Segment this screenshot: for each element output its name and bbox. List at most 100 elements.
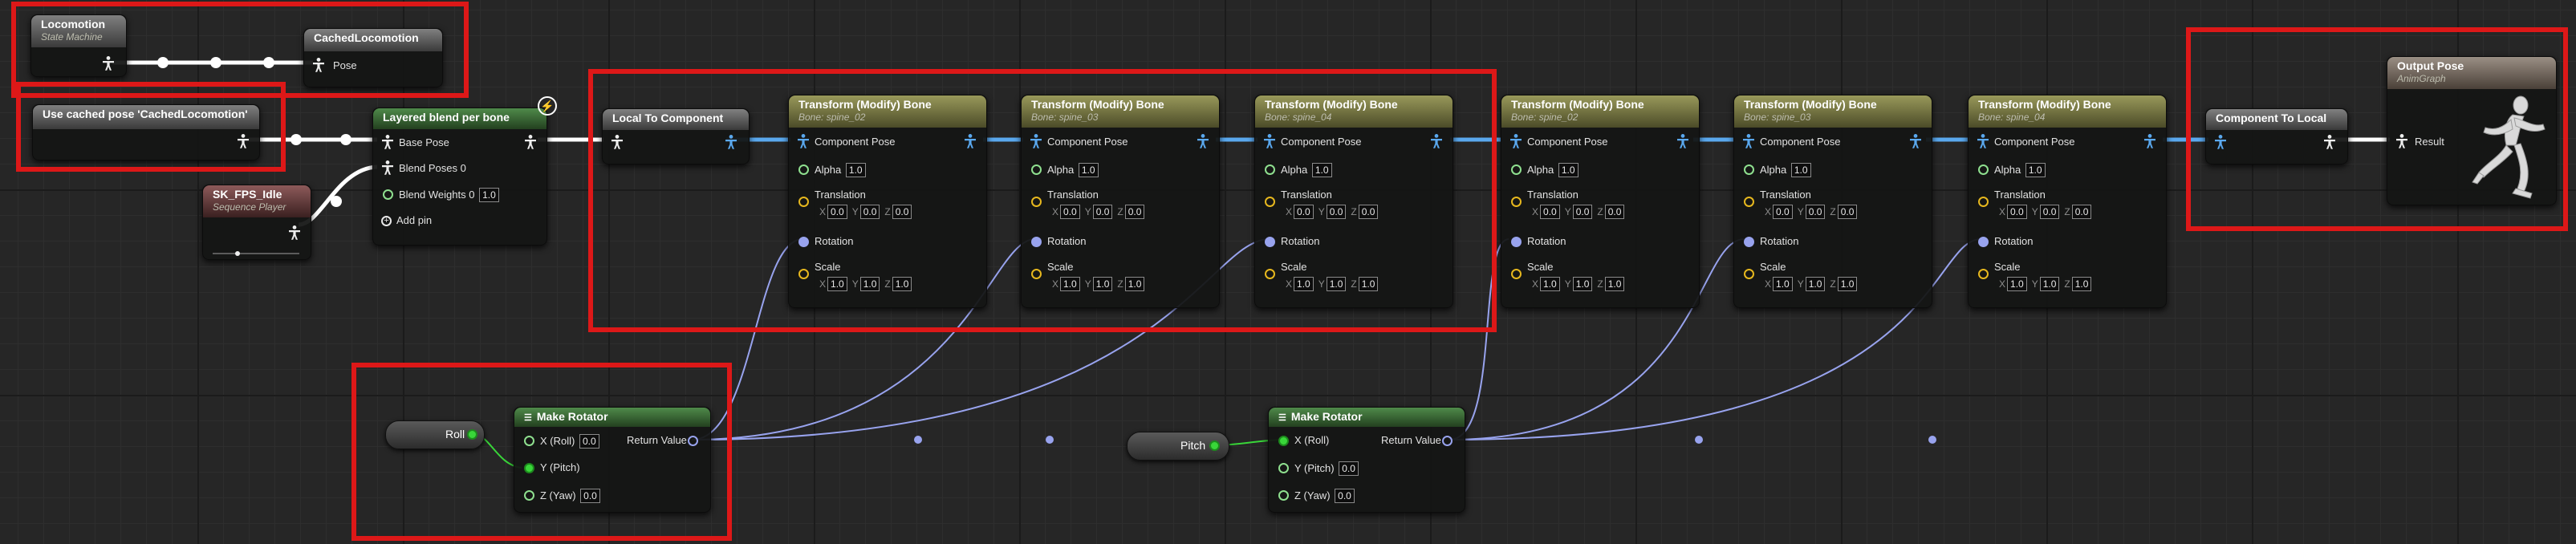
scale-component-value[interactable]: 1.0 (1326, 277, 1347, 291)
layered-blend-per-bone-node[interactable]: Layered blend per bone Base Pose Blend P… (372, 108, 547, 246)
float-pin-icon[interactable] (1278, 463, 1289, 473)
vector-pin-icon[interactable] (1744, 197, 1754, 207)
pose-pin-icon[interactable] (611, 135, 624, 149)
pose-pin-icon[interactable] (1676, 134, 1689, 148)
translation-component-value[interactable]: 0.0 (1092, 205, 1113, 219)
scale-component-value[interactable]: 1.0 (2071, 277, 2092, 291)
vector-pin-icon[interactable] (1744, 269, 1754, 279)
vector-pin-icon[interactable] (798, 197, 809, 207)
alpha-value[interactable]: 1.0 (845, 163, 866, 177)
pose-pin-icon[interactable] (237, 134, 250, 148)
output-pose-node[interactable]: Output Pose AnimGraph Result (2387, 56, 2557, 205)
cached-locomotion-node[interactable]: CachedLocomotion Pose (303, 28, 443, 87)
scale-component-value[interactable]: 1.0 (1294, 277, 1314, 291)
scale-component-value[interactable]: 1.0 (2007, 277, 2027, 291)
vector-pin-icon[interactable] (1265, 269, 1275, 279)
rotator-pin-icon[interactable] (1265, 237, 1275, 247)
pose-pin-icon[interactable] (1263, 134, 1276, 148)
float-pin-icon[interactable] (1031, 164, 1042, 175)
transform-modify-bone-node[interactable]: Transform (Modify) Bone Bone: spine_02 C… (788, 95, 987, 308)
transform-modify-bone-node[interactable]: Transform (Modify) Bone Bone: spine_03 C… (1021, 95, 1220, 308)
translation-component-value[interactable]: 0.0 (2071, 205, 2092, 219)
reroute-knot[interactable] (291, 134, 302, 145)
reroute-knot[interactable] (340, 134, 351, 145)
pose-pin-icon[interactable] (102, 56, 115, 71)
alpha-value[interactable]: 1.0 (1790, 163, 1811, 177)
vector-pin-icon[interactable] (1978, 197, 1989, 207)
vector-pin-icon[interactable] (1511, 269, 1522, 279)
pose-pin-icon[interactable] (2323, 135, 2336, 149)
reroute-knot[interactable] (157, 57, 169, 68)
scale-component-value[interactable]: 1.0 (1572, 277, 1593, 291)
pose-pin-icon[interactable] (2395, 134, 2408, 148)
pose-pin-icon[interactable] (1977, 134, 1989, 148)
rotator-pin-icon[interactable] (1031, 237, 1042, 247)
float-pin-icon[interactable] (1209, 440, 1220, 451)
translation-component-value[interactable]: 0.0 (2039, 205, 2060, 219)
reroute-knot[interactable] (263, 57, 274, 68)
pose-pin-icon[interactable] (1509, 134, 1522, 148)
float-pin-icon[interactable] (524, 463, 534, 473)
scale-component-value[interactable]: 1.0 (892, 277, 912, 291)
alpha-value[interactable]: 1.0 (1078, 163, 1099, 177)
alpha-value[interactable]: 1.0 (1311, 163, 1332, 177)
pose-pin-icon[interactable] (1430, 134, 1443, 148)
pose-pin-icon[interactable] (381, 135, 394, 149)
scale-component-value[interactable]: 1.0 (827, 277, 847, 291)
float-pin-icon[interactable] (524, 490, 534, 501)
pose-pin-icon[interactable] (1742, 134, 1755, 148)
rotator-pin-icon[interactable] (688, 436, 698, 446)
add-pin-button[interactable]: + Add pin (381, 214, 432, 227)
transform-modify-bone-node[interactable]: Transform (Modify) Bone Bone: spine_02 C… (1501, 95, 1700, 308)
pose-pin-icon[interactable] (797, 134, 810, 148)
pose-pin-icon[interactable] (1197, 134, 1209, 148)
translation-component-value[interactable]: 0.0 (1060, 205, 1080, 219)
locomotion-state-machine-node[interactable]: Locomotion State Machine (30, 14, 127, 77)
translation-component-value[interactable]: 0.0 (1773, 205, 1793, 219)
blend-weights-value[interactable]: 1.0 (479, 188, 499, 202)
scale-component-value[interactable]: 1.0 (859, 277, 880, 291)
pose-pin-icon[interactable] (2214, 135, 2227, 149)
translation-component-value[interactable]: 0.0 (1540, 205, 1560, 219)
vector-pin-icon[interactable] (798, 269, 809, 279)
scale-component-value[interactable]: 1.0 (1358, 277, 1379, 291)
pose-pin-icon[interactable] (312, 58, 325, 72)
translation-component-value[interactable]: 0.0 (2007, 205, 2027, 219)
translation-component-value[interactable]: 0.0 (1572, 205, 1593, 219)
playback-slider-thumb[interactable] (235, 251, 240, 256)
vector-pin-icon[interactable] (1978, 269, 1989, 279)
float-pin-icon[interactable] (467, 429, 477, 440)
float-pin-icon[interactable] (798, 164, 809, 175)
scale-component-value[interactable]: 1.0 (1124, 277, 1145, 291)
pose-pin-icon[interactable] (381, 160, 394, 175)
float-pin-icon[interactable] (1265, 164, 1275, 175)
float-pin-icon[interactable] (1511, 164, 1522, 175)
transform-modify-bone-node[interactable]: Transform (Modify) Bone Bone: spine_04 C… (1968, 95, 2167, 308)
float-pin-icon[interactable] (383, 189, 393, 200)
translation-component-value[interactable]: 0.0 (1837, 205, 1858, 219)
use-cached-pose-node[interactable]: Use cached pose 'CachedLocomotion' (32, 104, 260, 160)
vector-pin-icon[interactable] (1031, 269, 1042, 279)
translation-component-value[interactable]: 0.0 (1358, 205, 1379, 219)
pose-pin-icon[interactable] (524, 135, 537, 149)
rotator-pin-icon[interactable] (1744, 237, 1754, 247)
reroute-knot[interactable] (331, 196, 342, 207)
local-to-component-node[interactable]: Local To Component (602, 108, 750, 164)
z-yaw-value[interactable]: 0.0 (580, 489, 600, 503)
scale-component-value[interactable]: 1.0 (1805, 277, 1826, 291)
alpha-value[interactable]: 1.0 (1558, 163, 1579, 177)
rotator-pin-icon[interactable] (1978, 237, 1989, 247)
translation-component-value[interactable]: 0.0 (1604, 205, 1625, 219)
translation-component-value[interactable]: 0.0 (1805, 205, 1826, 219)
pose-pin-icon[interactable] (1909, 134, 1922, 148)
reroute-knot[interactable] (210, 57, 221, 68)
scale-component-value[interactable]: 1.0 (1604, 277, 1625, 291)
alpha-value[interactable]: 1.0 (2025, 163, 2046, 177)
z-yaw-value[interactable]: 0.0 (1335, 489, 1355, 503)
float-pin-icon[interactable] (1978, 164, 1989, 175)
translation-component-value[interactable]: 0.0 (892, 205, 912, 219)
float-pin-icon[interactable] (1278, 490, 1289, 501)
x-roll-value[interactable]: 0.0 (579, 434, 599, 449)
pose-pin-icon[interactable] (2143, 134, 2156, 148)
scale-component-value[interactable]: 1.0 (1060, 277, 1080, 291)
